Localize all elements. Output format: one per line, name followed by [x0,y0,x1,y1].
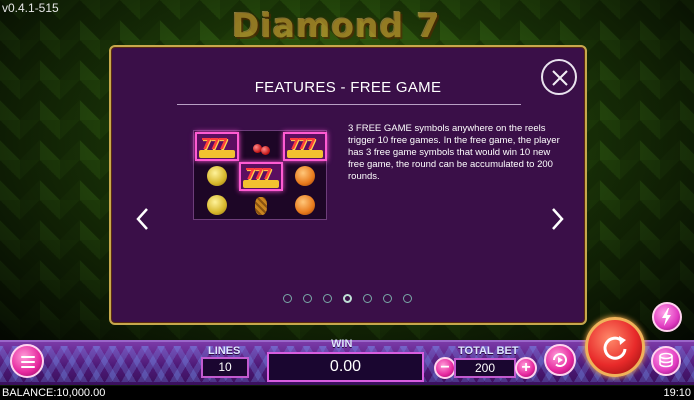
free-game-tag [287,150,323,158]
lemon-symbol [195,162,239,191]
feature-description: 3 FREE GAME symbols anywhere on the reel… [348,123,560,182]
lemon-icon [207,166,227,186]
pineapple-symbol [239,191,283,220]
title-divider [177,104,521,105]
status-bar: BALANCE:10,000.00 19:10 [0,386,694,400]
page-dot-7[interactable] [403,294,412,303]
page-dot-1[interactable] [283,294,292,303]
balance-text: BALANCE:10,000.00 [2,387,106,399]
orange-symbol [283,162,327,191]
features-dialog: FEATURES - FREE GAME 777 777 777 3 FREE GA… [109,45,587,325]
pineapple-icon [255,197,267,215]
cherry-icon [261,146,270,155]
win-label: WIN [331,338,353,350]
page-dot-3[interactable] [323,294,332,303]
coins-icon [659,352,673,368]
version-label: v0.4.1-515 [2,1,59,15]
previous-page-button[interactable] [133,205,153,233]
spin-button[interactable] [585,317,645,377]
free-game-symbol: 777 [195,132,239,161]
menu-icon-line [21,361,35,363]
win-value: 0.00 [267,352,424,382]
decrease-bet-button[interactable]: − [434,357,456,379]
autoplay-icon [553,353,567,368]
clock-text: 19:10 [663,387,691,399]
turbo-button[interactable] [652,302,682,332]
page-dot-5[interactable] [363,294,372,303]
chevron-left-icon [136,208,148,230]
next-page-button[interactable] [547,205,567,233]
close-icon [552,70,568,86]
bet-coins-button[interactable] [651,346,681,376]
orange-symbol [283,191,327,220]
orange-icon [295,195,315,215]
increase-bet-button[interactable]: + [515,357,537,379]
page-dot-2[interactable] [303,294,312,303]
chevron-right-icon [552,208,564,230]
dialog-title: FEATURES - FREE GAME [254,79,442,96]
cherry-symbol [239,132,283,161]
lines-label: LINES [208,345,241,357]
page-dot-4[interactable] [343,294,352,303]
free-game-symbol: 777 [239,162,283,191]
free-game-symbol: 777 [283,132,327,161]
menu-icon-line [21,366,35,368]
lightning-icon [662,308,671,326]
autoplay-button[interactable] [544,344,576,376]
free-game-tag [199,150,235,158]
close-button[interactable] [541,59,577,95]
game-logo: Diamond 7 [232,6,441,45]
menu-button[interactable] [10,344,44,378]
orange-icon [295,166,315,186]
lemon-icon [207,195,227,215]
total-bet-label: TOTAL BET [458,345,519,357]
total-bet-value: 200 [454,358,516,378]
lemon-symbol [195,191,239,220]
spin-icon [603,336,627,360]
lines-value: 10 [201,357,249,378]
page-dot-6[interactable] [383,294,392,303]
menu-icon [21,356,35,358]
free-game-tag [243,180,279,188]
reel-grid-illustration: 777 777 777 [193,130,327,220]
